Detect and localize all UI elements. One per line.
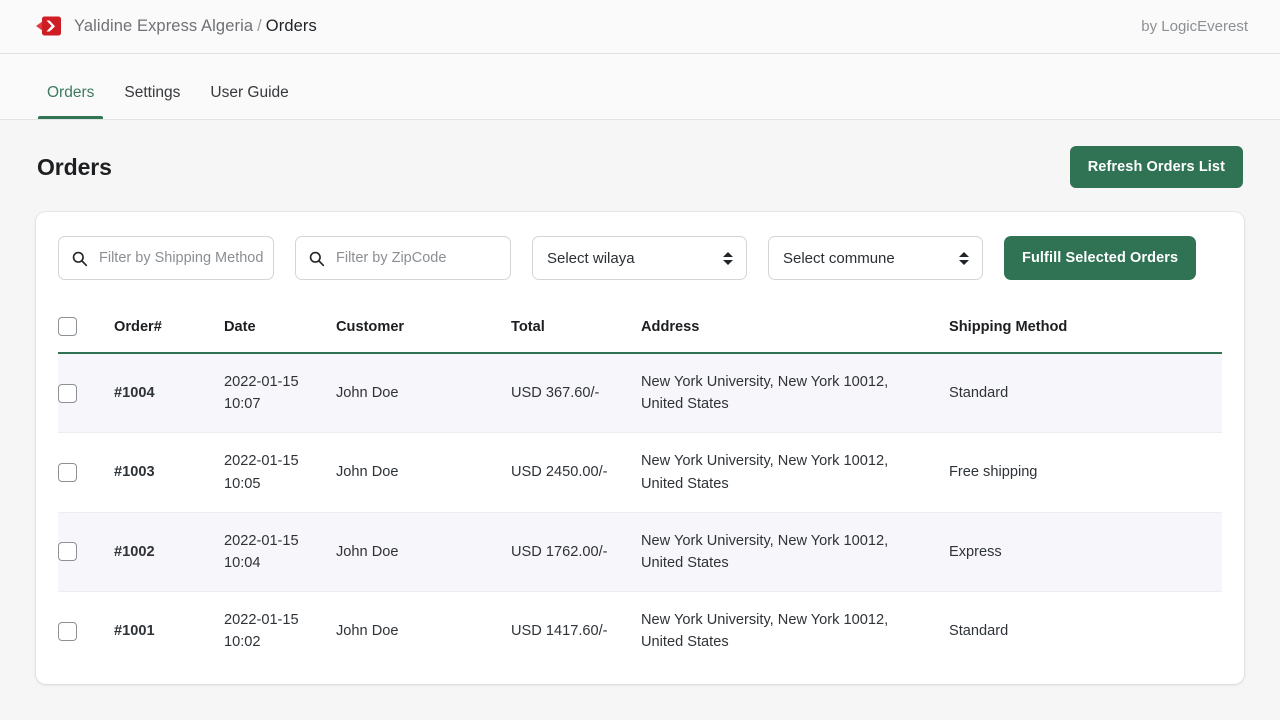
cell-customer: John Doe	[336, 623, 399, 640]
search-icon	[72, 251, 88, 266]
cell-date: 2022-01-15 10:02	[224, 612, 299, 651]
page-title: Orders	[37, 153, 112, 180]
cell-total: USD 367.60/-	[511, 385, 600, 402]
table-header-row: Order# Date Customer Total Address Shipp…	[58, 303, 1222, 354]
table-row[interactable]: #1004 2022-01-15 10:07 John Doe USD 367.…	[58, 353, 1222, 433]
header-customer: Customer	[336, 303, 511, 354]
header-shipping-method: Shipping Method	[949, 303, 1222, 354]
cell-shipping-method: Free shipping	[949, 464, 1038, 481]
cell-shipping-method: Standard	[949, 385, 1009, 402]
header-select-all	[58, 303, 114, 354]
header-address: Address	[641, 303, 949, 354]
breadcrumb-current: Orders	[265, 17, 317, 35]
shipping-method-input[interactable]	[88, 250, 273, 266]
top-bar: Yalidine Express Algeria / Orders by Logic…	[0, 0, 1280, 54]
row-checkbox[interactable]	[58, 463, 77, 483]
cell-shipping-method: Express	[949, 543, 1002, 560]
table-row[interactable]: #1001 2022-01-15 10:02 John Doe USD 1417…	[58, 592, 1222, 671]
cell-customer: John Doe	[336, 385, 399, 402]
cell-total: USD 1762.00/-	[511, 543, 608, 560]
row-checkbox[interactable]	[58, 621, 77, 641]
cell-address: New York University, New York 10012, Uni…	[641, 532, 889, 571]
fulfill-selected-orders-button[interactable]: Fulfill Selected Orders	[1004, 236, 1197, 280]
cell-customer: John Doe	[336, 464, 399, 481]
header-date: Date	[224, 303, 336, 354]
table-row[interactable]: #1002 2022-01-15 10:04 John Doe USD 1762…	[58, 512, 1222, 592]
filters-row: Select wilaya Select commune Fulfill Sel…	[58, 236, 1222, 284]
stepper-icon	[722, 249, 734, 267]
row-checkbox[interactable]	[58, 542, 77, 562]
wilaya-select[interactable]: Select wilaya	[532, 236, 747, 280]
wilaya-select-value: Select wilaya	[547, 249, 635, 267]
cell-total: USD 1417.60/-	[511, 623, 608, 640]
cell-order-number: #1002	[114, 543, 155, 560]
row-select-cell	[58, 592, 114, 671]
cell-total: USD 2450.00/-	[511, 464, 608, 481]
refresh-orders-button[interactable]: Refresh Orders List	[1069, 146, 1243, 188]
tab-settings[interactable]: Settings	[113, 84, 191, 119]
tab-user-guide[interactable]: User Guide	[199, 84, 299, 119]
page-content: Orders Refresh Orders List Select	[0, 120, 1280, 685]
breadcrumb-separator: /	[257, 17, 262, 35]
cell-customer: John Doe	[336, 543, 399, 560]
header-total: Total	[511, 303, 641, 354]
tab-bar: Orders Settings User Guide	[0, 54, 1280, 120]
row-select-cell	[58, 353, 114, 433]
search-icon	[309, 251, 325, 266]
cell-address: New York University, New York 10012, Uni…	[641, 453, 889, 492]
breadcrumb-app-name[interactable]: Yalidine Express Algeria	[74, 17, 253, 35]
yalidine-logo-icon	[36, 15, 62, 39]
page-header: Orders Refresh Orders List	[36, 120, 1244, 212]
orders-table: Order# Date Customer Total Address Shipp…	[58, 303, 1222, 670]
row-select-cell	[58, 512, 114, 591]
stepper-icon	[958, 249, 970, 267]
cell-shipping-method: Standard	[949, 623, 1009, 640]
cell-address: New York University, New York 10012, Uni…	[641, 374, 889, 413]
shipping-method-filter[interactable]	[58, 236, 274, 280]
cell-order-number: #1001	[114, 623, 155, 640]
select-all-checkbox[interactable]	[58, 317, 77, 336]
cell-address: New York University, New York 10012, Uni…	[641, 612, 889, 651]
row-select-cell	[58, 433, 114, 512]
commune-select[interactable]: Select commune	[768, 236, 983, 280]
orders-card: Select wilaya Select commune Fulfill Sel…	[36, 212, 1244, 685]
cell-date: 2022-01-15 10:07	[224, 374, 299, 413]
cell-order-number: #1003	[114, 464, 155, 481]
row-checkbox[interactable]	[58, 383, 77, 403]
breadcrumb-label: Yalidine Express Algeria / Orders	[74, 17, 317, 36]
commune-select-value: Select commune	[783, 249, 895, 267]
header-order: Order#	[114, 303, 224, 354]
cell-date: 2022-01-15 10:05	[224, 453, 299, 492]
orders-table-head: Order# Date Customer Total Address Shipp…	[58, 303, 1222, 354]
table-row[interactable]: #1003 2022-01-15 10:05 John Doe USD 2450…	[58, 433, 1222, 513]
byline-label: by LogicEverest	[1141, 18, 1248, 35]
tab-orders[interactable]: Orders	[36, 84, 105, 119]
orders-table-body: #1004 2022-01-15 10:07 John Doe USD 367.…	[58, 353, 1222, 670]
breadcrumb: Yalidine Express Algeria / Orders	[36, 15, 1141, 39]
cell-date: 2022-01-15 10:04	[224, 532, 299, 571]
zipcode-input[interactable]	[325, 250, 510, 266]
zipcode-filter[interactable]	[295, 236, 511, 280]
cell-order-number: #1004	[114, 385, 155, 402]
